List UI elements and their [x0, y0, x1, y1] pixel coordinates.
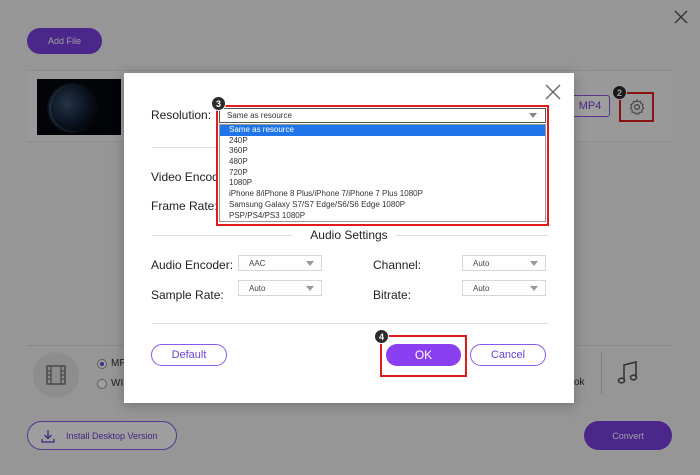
- chevron-down-icon: [306, 261, 314, 266]
- sample-rate-select[interactable]: Auto: [238, 280, 322, 296]
- audio-settings-title: Audio Settings: [310, 228, 388, 242]
- audio-encoder-value: AAC: [249, 258, 266, 268]
- bitrate-select[interactable]: Auto: [462, 280, 546, 296]
- ok-highlight: [380, 335, 467, 377]
- audio-encoder-label: Audio Encoder:: [151, 258, 234, 272]
- channel-value: Auto: [473, 258, 490, 268]
- divider: [152, 323, 548, 324]
- audio-encoder-select[interactable]: AAC: [238, 255, 322, 271]
- channel-label: Channel:: [373, 258, 422, 272]
- resolution-highlight: [216, 105, 549, 226]
- step-badge-3: 3: [211, 96, 226, 111]
- close-icon[interactable]: [544, 83, 562, 101]
- default-button[interactable]: Default: [151, 344, 227, 366]
- channel-select[interactable]: Auto: [462, 255, 546, 271]
- cancel-button[interactable]: Cancel: [470, 344, 546, 366]
- frame-rate-label: Frame Rate:: [151, 199, 218, 213]
- sample-rate-value: Auto: [249, 283, 266, 293]
- bitrate-label: Bitrate:: [373, 288, 412, 302]
- chevron-down-icon: [530, 286, 538, 291]
- step-badge-4: 4: [374, 329, 389, 344]
- chevron-down-icon: [530, 261, 538, 266]
- bitrate-value: Auto: [473, 283, 490, 293]
- sample-rate-label: Sample Rate:: [151, 288, 224, 302]
- chevron-down-icon: [306, 286, 314, 291]
- video-encoder-label: Video Encode: [151, 170, 226, 184]
- resolution-label: Resolution:: [151, 108, 212, 122]
- settings-dialog: Resolution: Video Encode Frame Rate: Aud…: [124, 73, 574, 403]
